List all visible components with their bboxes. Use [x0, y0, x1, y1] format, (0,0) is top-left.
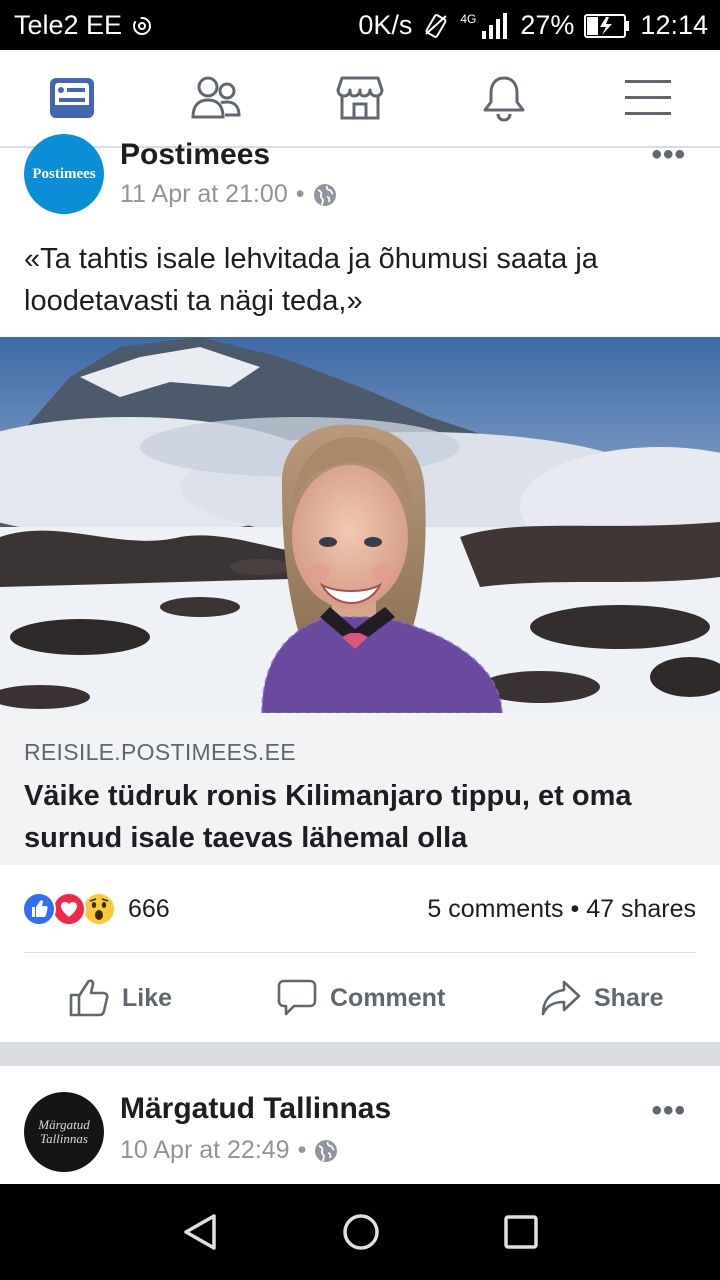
post-text: «Ta tahtis isale lehvitada ja õhumusi sa…: [24, 243, 598, 317]
like-label: Like: [122, 983, 173, 1012]
share-label: Share: [594, 983, 664, 1012]
post-meta: 10 Apr at 22:49 •: [120, 1136, 338, 1165]
post-timestamp[interactable]: 11 Apr at 21:00: [120, 180, 288, 209]
reaction-count: 666: [128, 895, 170, 923]
like-button[interactable]: Like: [68, 965, 172, 1031]
reactions-summary[interactable]: 666 5 comments • 47 shares: [0, 880, 720, 940]
recents-square-icon: [504, 1215, 538, 1249]
friends-tab[interactable]: [186, 70, 246, 126]
post-stats: 5 comments • 47 shares: [427, 895, 696, 924]
share-arrow-icon: [541, 980, 581, 1016]
stats-separator: •: [570, 895, 580, 923]
link-title: Väike tüdruk ronis Kilimanjaro tippu, et…: [24, 780, 632, 854]
home-button[interactable]: [339, 1210, 383, 1254]
globe-icon: [313, 183, 336, 206]
avatar-logo-text: Postimees: [32, 165, 96, 182]
post-meta: 11 Apr at 21:00 •: [120, 180, 337, 209]
reaction-icons: [22, 892, 116, 926]
post-author[interactable]: Märgatud Tallinnas: [120, 1092, 391, 1126]
post-options-button[interactable]: •••: [651, 138, 686, 172]
home-circle-icon: [343, 1214, 379, 1250]
page-avatar[interactable]: Postimees: [24, 134, 104, 214]
network-type: 4G: [460, 11, 477, 26]
android-navigation-bar: [0, 1184, 720, 1280]
recents-button[interactable]: [499, 1210, 543, 1254]
back-triangle-icon: [184, 1214, 216, 1250]
carrier-label: Tele2 EE: [14, 10, 123, 40]
news-feed-tab[interactable]: [42, 70, 102, 126]
like-reaction-icon: [22, 892, 56, 926]
post-timestamp[interactable]: 10 Apr at 22:49: [120, 1136, 290, 1165]
vibrate-icon: [425, 13, 448, 38]
meta-separator: •: [295, 180, 305, 208]
comment-label: Comment: [330, 983, 446, 1012]
post-actions: Like Comment Share: [0, 965, 720, 1031]
menu-tab[interactable]: [618, 70, 678, 126]
divider: [24, 952, 696, 953]
post-options-button[interactable]: •••: [651, 1094, 686, 1128]
friends-icon: [191, 76, 241, 119]
link-preview[interactable]: REISILE.POSTIMEES.EE Väike tüdruk ronis …: [0, 713, 720, 865]
link-domain: REISILE.POSTIMEES.EE: [24, 739, 296, 765]
bell-icon: [483, 76, 525, 122]
hamburger-menu-icon: [625, 80, 671, 115]
marketplace-icon: [336, 76, 384, 120]
link-preview-image[interactable]: [0, 337, 720, 713]
top-nav-bar: [0, 50, 720, 148]
love-reaction-icon: [52, 892, 86, 926]
news-feed-icon: [50, 78, 94, 118]
avatar-logo-text-line1: Märgatud: [38, 1117, 90, 1132]
network-speed: 0K/s: [358, 10, 413, 40]
shares-count[interactable]: 47 shares: [586, 895, 696, 923]
comments-count[interactable]: 5 comments: [427, 895, 563, 923]
avatar-logo-text-line2: Tallinnas: [40, 1131, 88, 1146]
comment-icon: [277, 979, 317, 1016]
marketplace-tab[interactable]: [330, 70, 390, 126]
back-button[interactable]: [178, 1210, 222, 1254]
globe-icon: [315, 1139, 338, 1162]
thumbs-up-icon: [69, 979, 109, 1017]
status-bar: Tele2 EE 0K/s 4G 27% 12:14: [0, 0, 720, 50]
share-button[interactable]: Share: [540, 965, 663, 1031]
clock: 12:14: [640, 10, 708, 40]
signal-icon: [482, 12, 508, 39]
hotspot-icon: [133, 16, 152, 35]
notifications-tab[interactable]: [474, 70, 534, 126]
battery-charging-icon: [584, 13, 630, 38]
meta-separator: •: [297, 1136, 307, 1164]
feed-separator: [0, 1042, 720, 1066]
kilimanjaro-girl-photo: [0, 337, 720, 713]
post-author[interactable]: Postimees: [120, 138, 270, 172]
battery-percent: 27%: [520, 10, 575, 40]
page-avatar[interactable]: Märgatud Tallinnas: [24, 1092, 104, 1172]
wow-reaction-icon: [82, 892, 116, 926]
comment-button[interactable]: Comment: [276, 965, 445, 1031]
post-card: Märgatud Tallinnas Märgatud Tallinnas 10…: [0, 1066, 720, 1184]
